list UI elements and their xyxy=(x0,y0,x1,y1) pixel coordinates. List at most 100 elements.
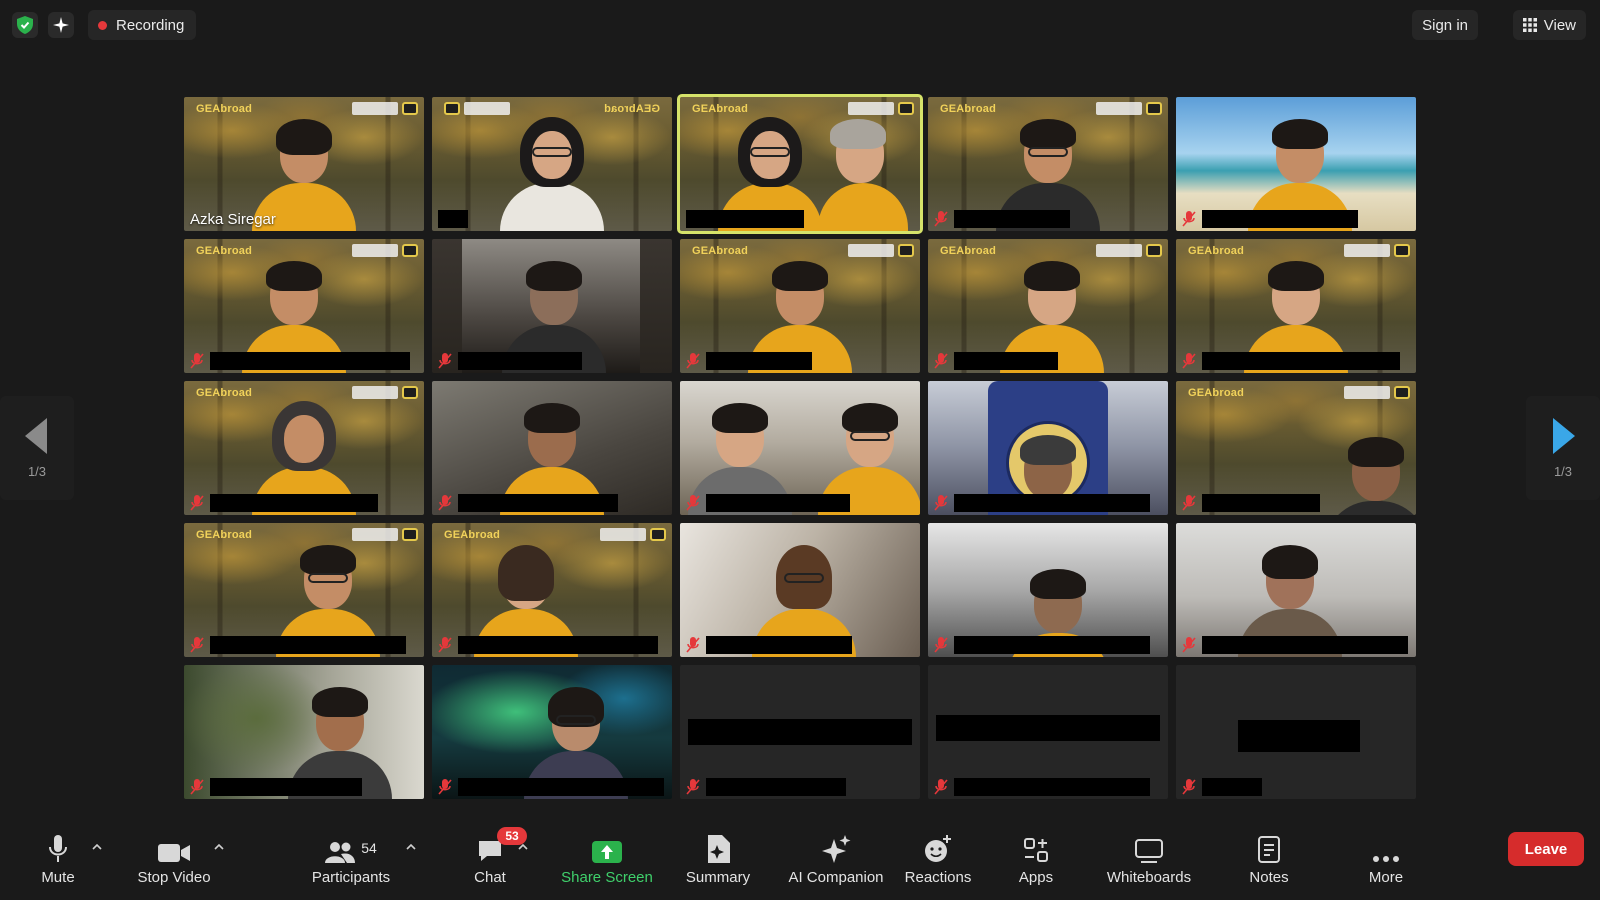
redacted-name xyxy=(706,494,850,512)
ai-sparkle-button[interactable] xyxy=(48,12,74,38)
participants-options-caret[interactable] xyxy=(404,840,418,854)
security-shield-button[interactable] xyxy=(12,12,38,38)
video-tile-17[interactable]: GEAbroad xyxy=(432,523,672,657)
video-tile-1[interactable]: GEAbroad Azka Siregar xyxy=(184,97,424,231)
grid-icon xyxy=(1522,18,1537,32)
recording-dot-icon xyxy=(98,20,107,30)
mic-off-icon xyxy=(1182,211,1196,227)
mic-off-icon xyxy=(190,353,204,369)
mic-off-icon xyxy=(686,637,700,653)
summary-document-icon xyxy=(708,834,730,863)
participants-icon xyxy=(325,841,356,863)
video-tile-16[interactable]: GEAbroad xyxy=(184,523,424,657)
mic-off-icon xyxy=(438,637,452,653)
participants-count: 54 xyxy=(361,839,377,856)
video-tile-10[interactable]: GEAbroad xyxy=(1176,239,1416,373)
chevron-up-icon xyxy=(406,844,416,850)
more-button[interactable]: More xyxy=(1360,818,1412,900)
notes-button[interactable]: Notes xyxy=(1240,818,1298,900)
video-tile-5[interactable] xyxy=(1176,97,1416,231)
video-tile-8[interactable]: GEAbroad xyxy=(680,239,920,373)
participant-name-bar xyxy=(928,207,1168,231)
video-tile-15[interactable]: GEAbroad xyxy=(1176,381,1416,515)
university-logo xyxy=(1344,386,1390,399)
previous-page-button[interactable]: 1/3 xyxy=(0,396,74,500)
org-logo xyxy=(650,528,666,541)
video-tile-12[interactable] xyxy=(432,381,672,515)
video-tile-20[interactable] xyxy=(1176,523,1416,657)
summary-button[interactable]: Summary xyxy=(680,818,756,900)
org-logo xyxy=(898,102,914,115)
apps-label: Apps xyxy=(1018,868,1054,886)
university-logo xyxy=(464,102,510,115)
video-tile-6[interactable]: GEAbroad xyxy=(184,239,424,373)
video-tile-22[interactable] xyxy=(432,665,672,799)
video-tile-19[interactable] xyxy=(928,523,1168,657)
video-tile-24-camera-off[interactable] xyxy=(928,665,1168,799)
video-tile-13[interactable] xyxy=(680,381,920,515)
participant-name-bar xyxy=(680,349,920,373)
next-page-button[interactable]: 1/3 xyxy=(1526,396,1600,500)
mute-button[interactable]: Mute xyxy=(28,818,88,900)
video-tile-18[interactable] xyxy=(680,523,920,657)
chevron-up-icon xyxy=(518,844,528,850)
apps-icon xyxy=(1024,837,1048,862)
redacted-name xyxy=(1202,494,1320,512)
redacted-name xyxy=(458,636,658,654)
video-tile-7[interactable] xyxy=(432,239,672,373)
video-tile-25-camera-off[interactable] xyxy=(1176,665,1416,799)
share-screen-button[interactable]: Share Screen xyxy=(556,818,658,900)
video-tile-9[interactable]: GEAbroad xyxy=(928,239,1168,373)
stop-video-button[interactable]: Stop Video xyxy=(128,818,220,900)
participant-name-bar xyxy=(184,775,424,799)
reactions-button[interactable]: Reactions xyxy=(900,818,976,900)
mic-off-icon xyxy=(934,637,948,653)
apps-button[interactable]: Apps xyxy=(1008,818,1064,900)
mic-off-icon xyxy=(934,779,948,795)
redacted-name xyxy=(1202,210,1358,228)
redacted-name xyxy=(210,352,410,370)
participant-name-bar: Azka Siregar xyxy=(184,207,424,231)
video-tile-4[interactable]: GEAbroad xyxy=(928,97,1168,231)
audio-options-caret[interactable] xyxy=(90,840,104,854)
notes-label: Notes xyxy=(1249,868,1289,886)
redacted-name xyxy=(210,778,362,796)
university-logo xyxy=(352,102,398,115)
redacted-name xyxy=(686,210,804,228)
video-tile-active-speaker[interactable]: GEAbroad xyxy=(677,94,923,234)
university-logo xyxy=(848,244,894,257)
chat-button[interactable]: 53 Chat xyxy=(460,818,527,900)
org-logo xyxy=(444,102,460,115)
more-label: More xyxy=(1368,868,1404,886)
meeting-top-bar: Recording Sign in View xyxy=(0,0,1600,52)
whiteboards-button[interactable]: Whiteboards xyxy=(1098,818,1200,900)
org-logo xyxy=(1394,386,1410,399)
university-logo xyxy=(352,528,398,541)
video-tile-11[interactable]: GEAbroad xyxy=(184,381,424,515)
view-button[interactable]: View xyxy=(1512,10,1586,40)
whiteboard-icon xyxy=(1135,838,1163,863)
mute-label: Mute xyxy=(41,868,75,886)
brand-overlay: GEAbroad xyxy=(1188,245,1244,257)
video-tile-23-camera-off[interactable] xyxy=(680,665,920,799)
org-logo xyxy=(402,102,418,115)
participant-name-bar xyxy=(928,633,1168,657)
chat-options-caret[interactable] xyxy=(516,840,530,854)
ai-companion-button[interactable]: AI Companion xyxy=(774,818,898,900)
video-tile-2[interactable]: GEAbroad xyxy=(432,97,672,231)
mic-off-icon xyxy=(934,353,948,369)
participants-label: Participants xyxy=(311,868,391,886)
redacted-name xyxy=(1202,352,1400,370)
video-tile-21[interactable] xyxy=(184,665,424,799)
leave-button[interactable]: Leave xyxy=(1508,832,1584,866)
recording-indicator[interactable]: Recording xyxy=(88,10,197,40)
participant-name-bar xyxy=(184,349,424,373)
mic-off-icon xyxy=(934,495,948,511)
sign-in-button[interactable]: Sign in xyxy=(1412,10,1478,40)
mic-off-icon xyxy=(438,779,452,795)
participants-button[interactable]: 54 Participants xyxy=(302,818,400,900)
triangle-left-icon xyxy=(25,417,47,454)
right-page-count: 1/3 xyxy=(1553,463,1573,479)
video-tile-14[interactable] xyxy=(928,381,1168,515)
video-options-caret[interactable] xyxy=(212,840,226,854)
